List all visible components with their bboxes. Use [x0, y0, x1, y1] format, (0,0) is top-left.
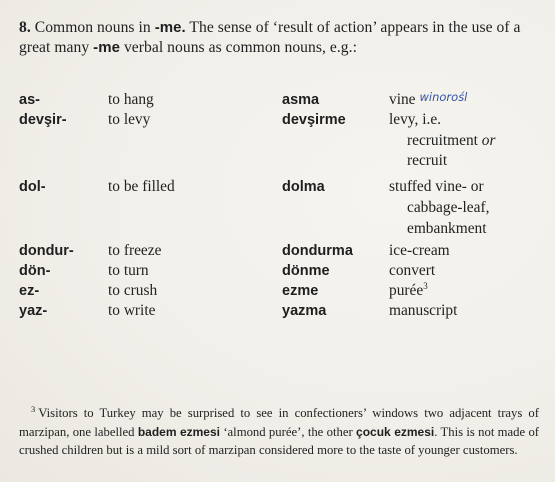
- noun-form: yazma: [282, 303, 327, 319]
- section-heading: 8. Common nouns in -me. The sense of ‘re…: [19, 18, 544, 57]
- verb-stem: dön-: [19, 263, 51, 279]
- verb-meaning: to freeze: [108, 242, 162, 259]
- italic-or: or: [481, 132, 496, 149]
- verb-meaning: to turn: [108, 262, 149, 279]
- noun-meaning: levy, i.e.: [389, 111, 441, 128]
- table-row: as- to hang asma vine winorośl: [0, 90, 555, 110]
- table-row: dön- to turn dönme convert: [0, 261, 555, 281]
- table-row: yaz- to write yazma manuscript: [0, 301, 555, 321]
- noun-meaning: ice-cream: [389, 242, 450, 259]
- noun-form: asma: [282, 92, 320, 108]
- noun-meaning: convert: [389, 262, 436, 279]
- suffix-me-2: -me: [93, 38, 120, 56]
- footnote: 3 Visitors to Turkey may be surprised to …: [19, 400, 539, 460]
- table-row: dol- to be filled dolma stuffed vine- or: [0, 177, 555, 197]
- verb-stem: as-: [19, 92, 40, 108]
- noun-form: dolma: [282, 179, 325, 195]
- noun-meaning: vine winorośl: [389, 90, 467, 110]
- noun-form: dönme: [282, 263, 330, 279]
- noun-meaning-text: purée: [389, 282, 424, 299]
- table-row: dondur- to freeze dondurma ice-cream: [0, 241, 555, 261]
- noun-meaning-continuation: recruit: [407, 152, 448, 169]
- noun-meaning-continuation: cabbage-leaf,: [407, 199, 490, 216]
- footnote-term-2: çocuk ezmesi: [356, 424, 435, 439]
- suffix-me: -me.: [154, 19, 186, 36]
- footnote-term-1: badem ezmesi: [137, 424, 220, 439]
- heading-text-a: Common nouns in: [34, 19, 151, 36]
- verb-stem: devşir-: [19, 112, 67, 128]
- verb-meaning: to crush: [108, 282, 158, 299]
- handwritten-note: winorośl: [419, 90, 468, 104]
- noun-meaning: manuscript: [389, 302, 458, 319]
- noun-meaning: stuffed vine- or: [389, 178, 484, 195]
- verb-meaning: to write: [108, 302, 156, 319]
- verb-stem: dondur-: [19, 243, 74, 259]
- verb-meaning: to hang: [108, 91, 154, 108]
- verb-meaning: to levy: [108, 111, 151, 128]
- verb-stem: yaz-: [19, 303, 48, 319]
- heading-text-c: verbal nouns as common nouns, e.g.:: [123, 38, 357, 56]
- noun-meaning: purée3: [389, 281, 428, 301]
- noun-form: dondurma: [282, 243, 353, 259]
- table-row: devşir- to levy devşirme levy, i.e.: [0, 110, 555, 130]
- table-row: ez- to crush ezme purée3: [0, 281, 555, 301]
- noun-form: ezme: [282, 283, 319, 299]
- verb-stem: dol-: [19, 179, 46, 195]
- footnote-mark: 3: [31, 404, 36, 414]
- noun-form: devşirme: [282, 112, 346, 128]
- noun-meaning-continuation: recruitment or: [407, 131, 495, 151]
- book-page: 8. Common nouns in -me. The sense of ‘re…: [0, 0, 555, 482]
- footnote-reference: 3: [423, 280, 428, 291]
- verb-stem: ez-: [19, 283, 40, 299]
- noun-meaning-text: vine: [389, 91, 416, 108]
- verb-meaning: to be filled: [108, 178, 175, 195]
- footnote-text-b: ‘almond purée’, the other: [223, 424, 353, 439]
- noun-meaning-continuation: embankment: [407, 220, 487, 237]
- continuation-text: recruitment: [407, 132, 478, 149]
- section-number: 8.: [19, 19, 31, 36]
